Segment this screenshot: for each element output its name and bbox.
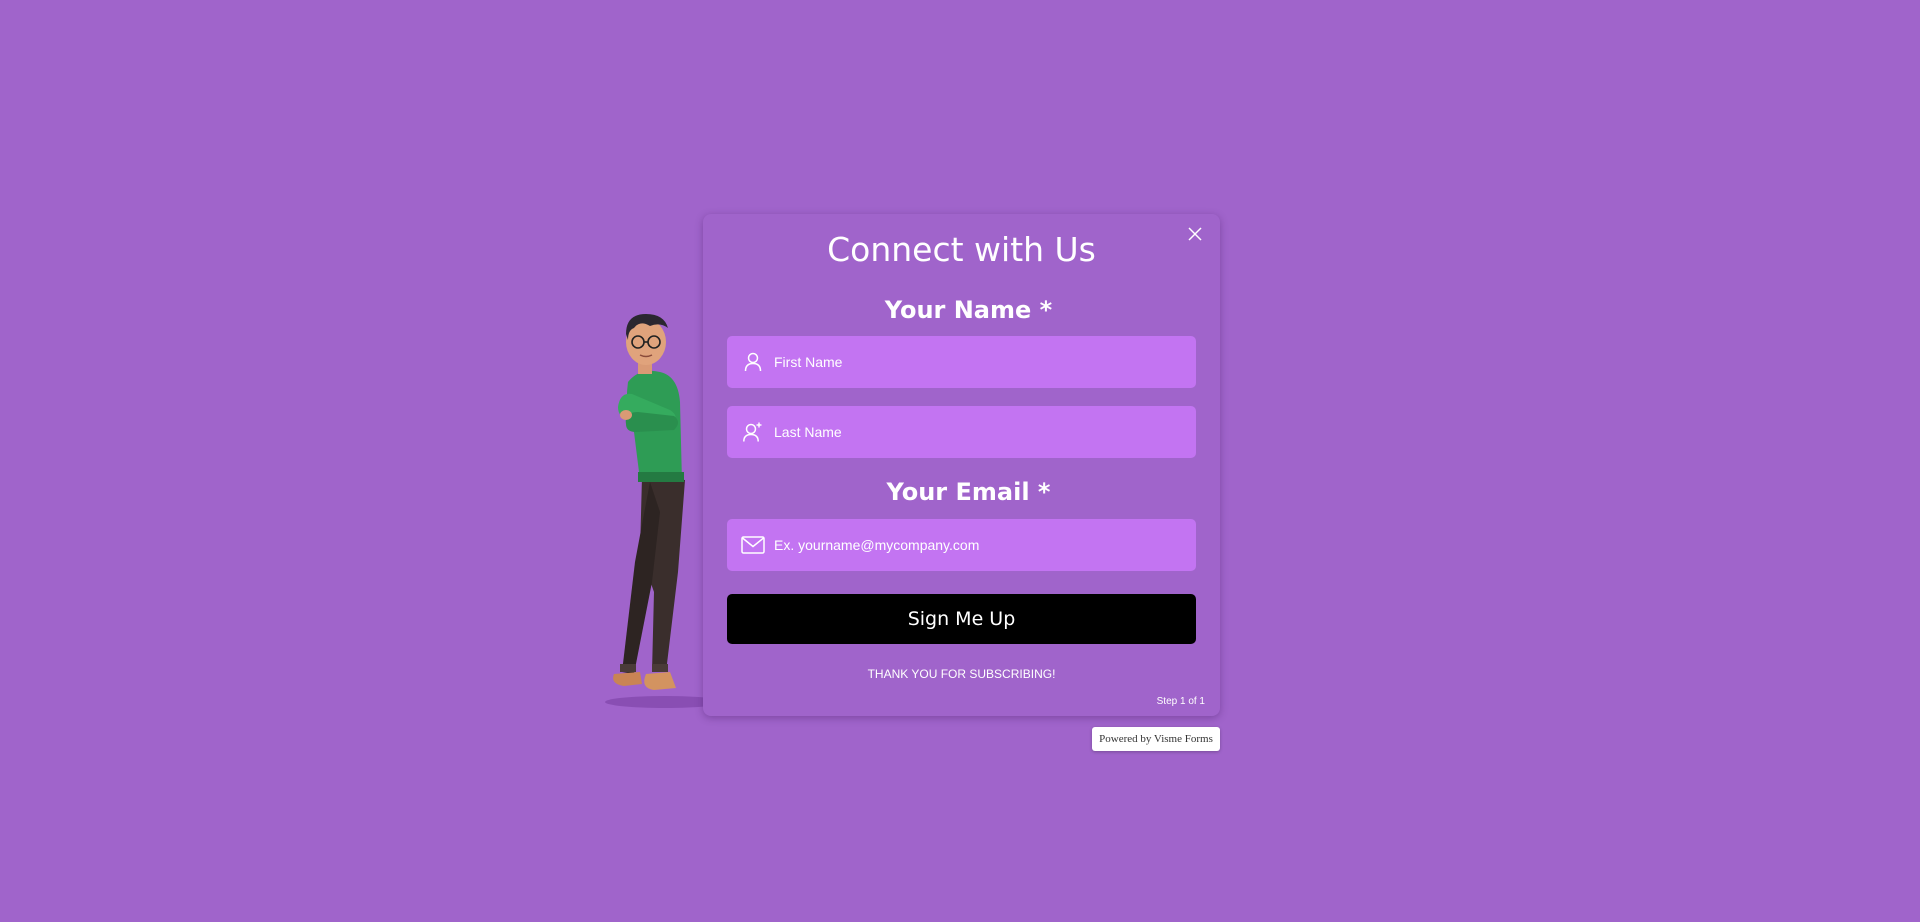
email-input[interactable] [774, 530, 1184, 560]
character-illustration [605, 314, 720, 708]
envelope-icon [741, 533, 765, 557]
step-indicator: Step 1 of 1 [1156, 696, 1205, 707]
user-icon [741, 350, 765, 374]
last-name-input[interactable] [774, 417, 1184, 447]
user-plus-icon [741, 420, 765, 444]
first-name-input[interactable] [774, 347, 1184, 377]
first-name-field[interactable] [727, 336, 1196, 388]
last-name-field[interactable] [727, 406, 1196, 458]
email-field[interactable] [727, 519, 1196, 571]
sign-up-button[interactable]: Sign Me Up [727, 594, 1196, 644]
thank-you-message: THANK YOU FOR SUBSCRIBING! [867, 667, 1056, 681]
powered-by-badge[interactable]: Powered by Visme Forms [1092, 727, 1220, 751]
form-title: Connect with Us [827, 230, 1096, 269]
signup-form-card: Connect with Us Your Name * First Name L… [703, 214, 1220, 716]
email-section-label: Your Email * [886, 478, 1051, 506]
name-section-label: Your Name * [884, 296, 1053, 324]
page: Connect with Us Your Name * First Name L… [0, 0, 1920, 922]
